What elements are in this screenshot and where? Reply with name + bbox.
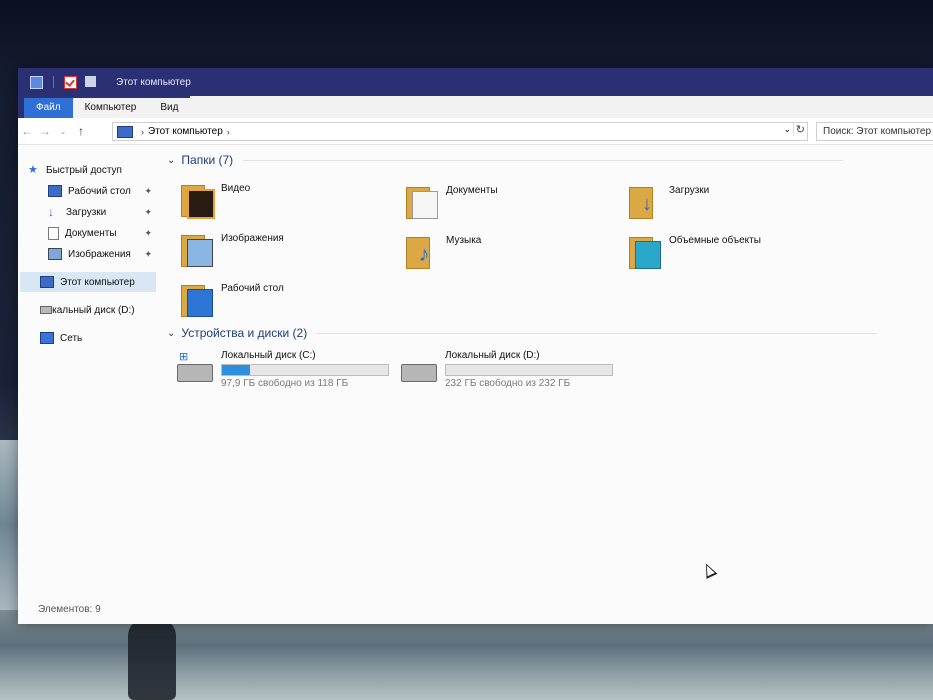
group-divider <box>317 332 878 334</box>
drive-name: Локальный диск (D:) <box>445 350 540 361</box>
folder-label: Документы <box>446 185 498 196</box>
drive-usage-bar <box>445 364 613 376</box>
folder-item-downloads[interactable]: ↓ Загрузки <box>629 181 849 223</box>
music-folder-icon: ♪ <box>406 233 438 269</box>
computer-icon <box>40 276 54 288</box>
navigation-bar: ← → ⌄ ↑ › Этот компьютер › ⌄ ↻ Поиск: Эт… <box>18 118 933 145</box>
address-path[interactable]: Этот компьютер <box>148 126 223 137</box>
sidebar-item-label: Быстрый доступ <box>46 164 122 176</box>
folder-label: Загрузки <box>669 185 710 196</box>
sidebar-item-label: Загрузки <box>66 206 107 218</box>
sidebar-item-drive-d[interactable]: Локальный диск (D:) <box>40 300 158 320</box>
document-icon <box>48 226 59 240</box>
sidebar-item-label: Документы <box>65 227 117 239</box>
sidebar-item-label: Этот компьютер <box>60 276 135 288</box>
folder-item-pictures[interactable]: Изображения <box>181 229 401 271</box>
drive-icon <box>40 306 52 314</box>
tab-file[interactable]: Файл <box>24 98 73 118</box>
drive-free-space: 232 ГБ свободно из 232 ГБ <box>445 378 571 389</box>
group-title: Папки (7) <box>181 153 234 167</box>
folder-item-3d-objects[interactable]: Объемные объекты <box>629 231 849 273</box>
status-bar-count: Элементов: 9 <box>38 604 101 615</box>
sidebar-item-label: Рабочий стол <box>68 185 131 197</box>
drives-group-header[interactable]: ⌄ Устройства и диски (2) <box>167 326 927 340</box>
ribbon-tabs: Файл Компьютер Вид <box>18 96 933 118</box>
sidebar-item-documents[interactable]: Документы ✦ <box>48 223 158 243</box>
drive-item-c[interactable]: ⊞ Локальный диск (C:) 97,9 ГБ свободно и… <box>177 350 397 394</box>
pictures-folder-icon <box>181 231 213 267</box>
chevron-right-icon[interactable]: › <box>141 127 144 137</box>
address-bar[interactable]: › Этот компьютер › ⌄ ↻ <box>112 122 808 141</box>
chevron-down-icon[interactable]: ⌄ <box>783 124 791 135</box>
tab-view[interactable]: Вид <box>148 98 191 118</box>
system-drive-icon <box>177 364 213 382</box>
drive-icon <box>401 364 437 382</box>
group-divider <box>243 159 844 161</box>
folder-label: Музыка <box>446 235 482 246</box>
search-input[interactable]: Поиск: Этот компьютер <box>816 122 933 141</box>
folder-label: Рабочий стол <box>221 283 284 294</box>
wallpaper-figure <box>128 618 176 700</box>
desktop-folder-icon <box>181 281 213 317</box>
new-folder-icon[interactable] <box>85 75 96 87</box>
3d-objects-folder-icon <box>629 233 661 269</box>
folders-group-header[interactable]: ⌄ Папки (7) <box>167 153 927 167</box>
chevron-down-icon[interactable]: ⌄ <box>167 155 175 166</box>
sidebar-item-label: Локальный диск (D:) <box>40 304 135 316</box>
computer-icon <box>117 125 133 138</box>
chevron-right-icon[interactable]: › <box>227 127 230 137</box>
download-icon: ↓ <box>48 205 54 219</box>
properties-icon[interactable] <box>64 75 77 89</box>
pin-icon[interactable]: ✦ <box>144 186 152 197</box>
group-title: Устройства и диски (2) <box>181 326 308 340</box>
folder-label: Объемные объекты <box>669 235 761 246</box>
pin-icon[interactable]: ✦ <box>144 249 152 260</box>
recent-locations-chevron-icon[interactable]: ⌄ <box>54 127 72 136</box>
downloads-folder-icon: ↓ <box>629 183 661 219</box>
sidebar-item-downloads[interactable]: ↓ Загрузки ✦ <box>48 202 158 222</box>
pin-icon[interactable]: ✦ <box>144 207 152 218</box>
pin-icon[interactable]: ✦ <box>144 228 152 239</box>
windows-logo-icon: ⊞ <box>179 351 189 363</box>
folder-item-music[interactable]: ♪ Музыка <box>406 231 626 273</box>
folder-label: Изображения <box>221 233 284 244</box>
drive-free-space: 97,9 ГБ свободно из 118 ГБ <box>221 378 349 389</box>
forward-arrow-icon[interactable]: → <box>36 124 54 138</box>
ribbon-fill <box>190 96 933 118</box>
sidebar-item-desktop[interactable]: Рабочий стол ✦ <box>48 181 158 201</box>
up-arrow-icon[interactable]: ↑ <box>72 124 90 138</box>
back-arrow-icon[interactable]: ← <box>18 124 36 138</box>
folder-label: Видео <box>221 183 251 194</box>
desktop-icon <box>48 185 62 197</box>
sidebar-item-pictures[interactable]: Изображения ✦ <box>48 244 158 264</box>
content-area: ⌄ Папки (7) Видео Документы ↓ Загрузки И… <box>161 145 931 605</box>
drive-usage-fill <box>222 365 250 375</box>
network-icon <box>40 332 54 344</box>
star-icon: ★ <box>28 164 38 176</box>
sidebar-item-label: Изображения <box>68 248 131 260</box>
toolbar-divider <box>53 75 54 88</box>
window-title: Этот компьютер <box>116 76 191 88</box>
navigation-pane: ★ Быстрый доступ Рабочий стол ✦ ↓ Загруз… <box>18 145 158 600</box>
sidebar-item-network[interactable]: Сеть <box>40 328 158 348</box>
tab-computer[interactable]: Компьютер <box>72 98 149 118</box>
quick-access-toolbar <box>30 75 96 89</box>
sidebar-item-quick-access[interactable]: ★ Быстрый доступ <box>28 160 158 180</box>
folder-item-desktop[interactable]: Рабочий стол <box>181 279 401 321</box>
refresh-icon[interactable]: ↻ <box>792 123 805 136</box>
image-icon <box>48 248 62 260</box>
video-folder-icon <box>181 181 215 219</box>
drive-usage-bar <box>221 364 389 376</box>
drive-item-d[interactable]: Локальный диск (D:) 232 ГБ свободно из 2… <box>401 350 621 394</box>
documents-folder-icon <box>406 183 438 219</box>
file-explorer-window: Этот компьютер Файл Компьютер Вид ← → ⌄ … <box>18 68 933 624</box>
folder-item-documents[interactable]: Документы <box>406 181 626 223</box>
sidebar-item-this-pc[interactable]: Этот компьютер <box>20 272 156 292</box>
title-bar[interactable]: Этот компьютер <box>18 68 933 96</box>
sidebar-item-label: Сеть <box>60 332 83 344</box>
drive-name: Локальный диск (C:) <box>221 350 316 361</box>
folder-item-video[interactable]: Видео <box>181 179 401 221</box>
computer-icon[interactable] <box>30 75 43 89</box>
chevron-down-icon[interactable]: ⌄ <box>167 328 175 339</box>
